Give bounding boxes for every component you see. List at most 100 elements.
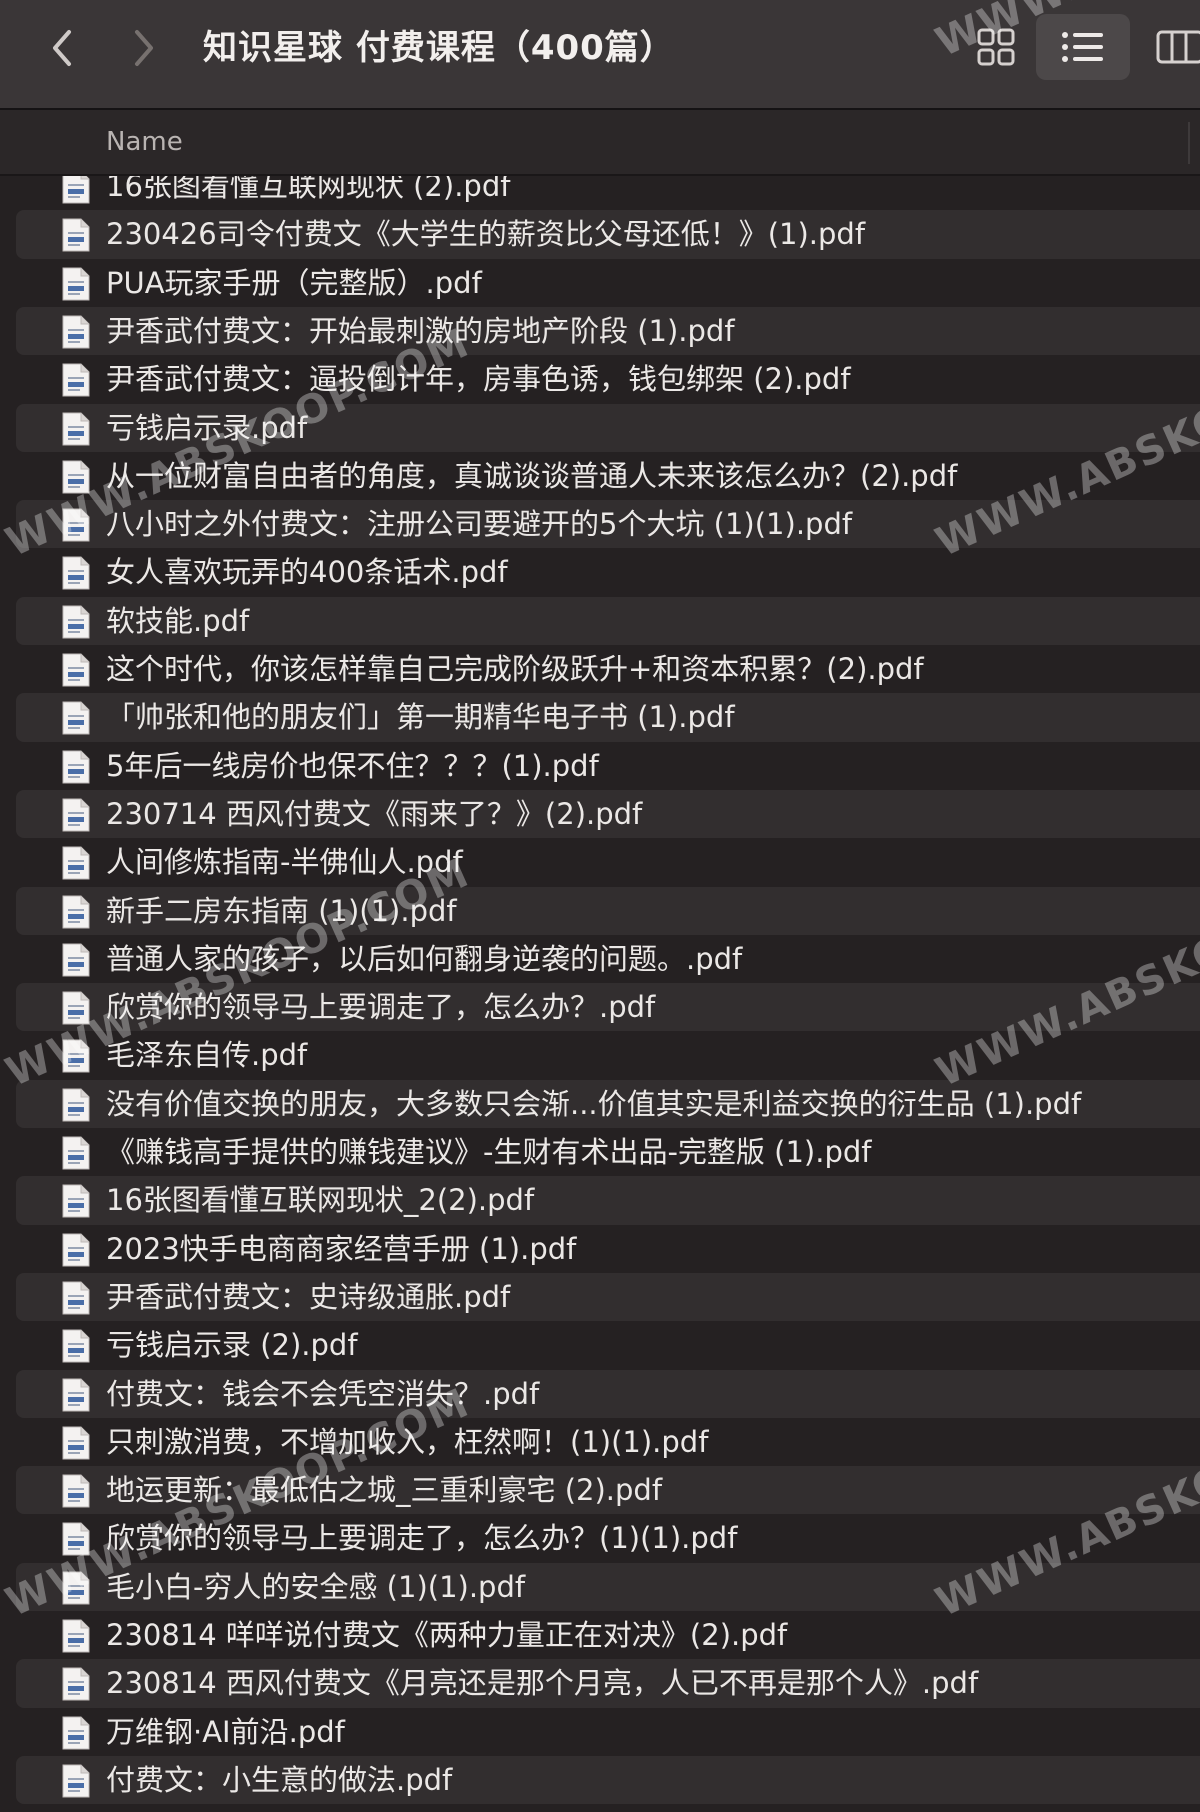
pdf-document-icon [60, 1039, 92, 1073]
file-row[interactable]: 《赚钱高手提供的赚钱建议》-生财有术出品-完整版 (1).pdf [16, 1128, 1200, 1176]
pdf-document-icon [60, 750, 92, 784]
file-row[interactable]: 亏钱启示录 (2).pdf [16, 1321, 1200, 1369]
file-name: 地运更新：最低估之城_三重利豪宅 (2).pdf [106, 1473, 663, 1508]
file-row[interactable]: 付费文：钱会不会凭空消失？.pdf [16, 1369, 1200, 1418]
file-row[interactable]: 16张图看懂互联网现状_2(2).pdf [16, 1176, 1200, 1225]
file-name: 女人喜欢玩弄的400条话术.pdf [106, 555, 508, 590]
chevron-right-icon [135, 30, 153, 66]
pdf-document-icon [60, 1233, 92, 1267]
file-row[interactable]: 万维钢·AI前沿.pdf [16, 1708, 1200, 1756]
file-row[interactable]: 人间修炼指南-半佛仙人.pdf [16, 838, 1200, 886]
pdf-document-icon [60, 1571, 92, 1605]
file-name: 没有价值交换的朋友，大多数只会渐...价值其实是利益交换的衍生品 (1).pdf [106, 1086, 1082, 1121]
file-list: 16张图看懂互联网现状 (2).pdf 230426司令付费文《大学生的薪资比父母… [0, 176, 1200, 1812]
pdf-document-icon [60, 218, 92, 252]
forward-button[interactable] [124, 22, 164, 74]
file-row[interactable]: 尹香武付费文：开始最刺激的房地产阶段 (1).pdf [16, 306, 1200, 356]
file-name: 付费文：小生意的做法.pdf [106, 1762, 453, 1797]
chevron-left-icon [53, 30, 71, 66]
file-row[interactable]: 这个时代，你该怎样靠自己完成阶级跃升+和资本积累？(2).pdf [16, 645, 1200, 693]
file-row[interactable]: 5年后一线房价也保不住？？？(1).pdf [16, 742, 1200, 790]
pdf-document-icon [60, 1716, 92, 1750]
file-name: PUA玩家手册（完整版）.pdf [106, 265, 482, 300]
file-name: 毛小白-穷人的安全感 (1)(1).pdf [106, 1569, 526, 1604]
file-name: 16张图看懂互联网现状 (2).pdf [106, 176, 511, 203]
file-name: 亏钱启示录.pdf [106, 410, 308, 445]
pdf-document-icon [60, 1136, 92, 1170]
file-row[interactable]: 16张图看懂互联网现状 (2).pdf [16, 176, 1200, 210]
file-row[interactable]: 「帅张和他的朋友们」第一期精华电子书 (1).pdf [16, 693, 1200, 742]
file-row[interactable]: 欣赏你的领导马上要调走了，怎么办？.pdf [16, 983, 1200, 1032]
pdf-document-icon [60, 653, 92, 687]
file-row[interactable]: 亏钱启示录.pdf [16, 403, 1200, 452]
file-row[interactable]: 从一位财富自由者的角度，真诚谈谈普通人未来该怎么办？(2).pdf [16, 452, 1200, 500]
file-row[interactable]: 230814 西风付费文《月亮还是那个月亮，人已不再是那个人》.pdf [16, 1659, 1200, 1708]
pdf-document-icon [60, 460, 92, 494]
file-name: 万维钢·AI前沿.pdf [106, 1714, 345, 1749]
file-name: 付费文：钱会不会凭空消失？.pdf [106, 1376, 540, 1411]
file-row[interactable]: 欣赏你的领导马上要调走了，怎么办？(1)(1).pdf [16, 1514, 1200, 1562]
column-divider[interactable] [1188, 122, 1190, 164]
file-name: 16张图看懂互联网现状_2(2).pdf [106, 1183, 535, 1218]
file-name: 尹香武付费文：史诗级通胀.pdf [106, 1279, 511, 1314]
file-name: 从一位财富自由者的角度，真诚谈谈普通人未来该怎么办？(2).pdf [106, 458, 958, 493]
pdf-document-icon [60, 846, 92, 880]
file-row[interactable]: 只刺激消费，不增加收入，枉然啊！(1)(1).pdf [16, 1418, 1200, 1466]
file-row[interactable]: 付费文：小生意的做法.pdf [16, 1755, 1200, 1805]
file-row[interactable]: 230814 咩咩说付费文《两种力量正在对决》(2).pdf [16, 1611, 1200, 1659]
file-name: 尹香武付费文：逼投倒计年，房事色诱，钱包绑架 (2).pdf [106, 362, 851, 397]
pdf-document-icon [60, 315, 92, 349]
file-name: 5年后一线房价也保不住？？？(1).pdf [106, 748, 599, 783]
file-name: 欣赏你的领导马上要调走了，怎么办？.pdf [106, 990, 656, 1025]
pdf-document-icon [60, 943, 92, 977]
name-column-header[interactable]: Name [106, 110, 183, 174]
file-row[interactable]: 毛泽东自传.pdf [16, 1031, 1200, 1079]
pdf-document-icon [60, 508, 92, 542]
pdf-document-icon [60, 1088, 92, 1122]
pdf-document-icon [60, 701, 92, 735]
file-name: 新手二房东指南 (1)(1).pdf [106, 893, 457, 928]
file-row[interactable]: 2023快手电商商家经营手册 (1).pdf [16, 1225, 1200, 1273]
grid-view-button[interactable] [966, 14, 1026, 80]
file-name: 普通人家的孩子，以后如何翻身逆袭的问题。.pdf [106, 941, 743, 976]
pdf-document-icon [60, 1329, 92, 1363]
column-header: Name [0, 110, 1200, 176]
pdf-document-icon [60, 1522, 92, 1556]
file-row[interactable]: 230426司令付费文《大学生的薪资比父母还低！》(1).pdf [16, 210, 1200, 259]
file-name: 欣赏你的领导马上要调走了，怎么办？(1)(1).pdf [106, 1521, 738, 1556]
file-name: 这个时代，你该怎样靠自己完成阶级跃升+和资本积累？(2).pdf [106, 652, 924, 686]
list-view-icon [1062, 32, 1103, 62]
file-row[interactable]: 尹香武付费文：史诗级通胀.pdf [16, 1272, 1200, 1322]
column-view-button[interactable] [1150, 14, 1200, 80]
column-view-icon [1156, 30, 1200, 64]
window-title: 知识星球 付费课程（400篇） [203, 28, 675, 68]
file-row[interactable]: 软技能.pdf [16, 596, 1200, 645]
file-row[interactable]: 地运更新：最低估之城_三重利豪宅 (2).pdf [16, 1466, 1200, 1515]
pdf-document-icon [60, 267, 92, 301]
pdf-document-icon [60, 556, 92, 590]
file-name: 亏钱启示录 (2).pdf [106, 1328, 358, 1363]
back-button[interactable] [42, 22, 82, 74]
file-name: 230814 咩咩说付费文《两种力量正在对决》(2).pdf [106, 1618, 788, 1652]
file-row[interactable]: 女人喜欢玩弄的400条话术.pdf [16, 548, 1200, 596]
grid-view-icon [977, 28, 1015, 66]
file-name: 《赚钱高手提供的赚钱建议》-生财有术出品-完整版 (1).pdf [106, 1135, 872, 1169]
pdf-document-icon [60, 798, 92, 832]
file-name: 尹香武付费文：开始最刺激的房地产阶段 (1).pdf [106, 313, 735, 348]
file-row[interactable]: 230714 西风付费文《雨来了？》(2).pdf [16, 789, 1200, 839]
pdf-document-icon [60, 1378, 92, 1412]
pdf-document-icon [60, 991, 92, 1025]
file-row[interactable]: PUA玩家手册（完整版）.pdf [16, 259, 1200, 307]
file-row[interactable]: 普通人家的孩子，以后如何翻身逆袭的问题。.pdf [16, 935, 1200, 983]
file-row[interactable]: 八小时之外付费文：注册公司要避开的5个大坑 (1)(1).pdf [16, 500, 1200, 549]
toolbar: 知识星球 付费课程（400篇） [0, 0, 1200, 110]
file-name: 「帅张和他的朋友们」第一期精华电子书 (1).pdf [106, 700, 735, 735]
file-row[interactable]: 没有价值交换的朋友，大多数只会渐...价值其实是利益交换的衍生品 (1).pdf [16, 1079, 1200, 1128]
file-row[interactable]: 尹香武付费文：逼投倒计年，房事色诱，钱包绑架 (2).pdf [16, 355, 1200, 403]
file-row[interactable]: 毛小白-穷人的安全感 (1)(1).pdf [16, 1562, 1200, 1611]
file-name: 230426司令付费文《大学生的薪资比父母还低！》(1).pdf [106, 217, 866, 252]
pdf-document-icon [60, 1474, 92, 1508]
pdf-document-icon [60, 1426, 92, 1460]
list-view-button[interactable] [1036, 14, 1130, 80]
file-row[interactable]: 新手二房东指南 (1)(1).pdf [16, 886, 1200, 935]
